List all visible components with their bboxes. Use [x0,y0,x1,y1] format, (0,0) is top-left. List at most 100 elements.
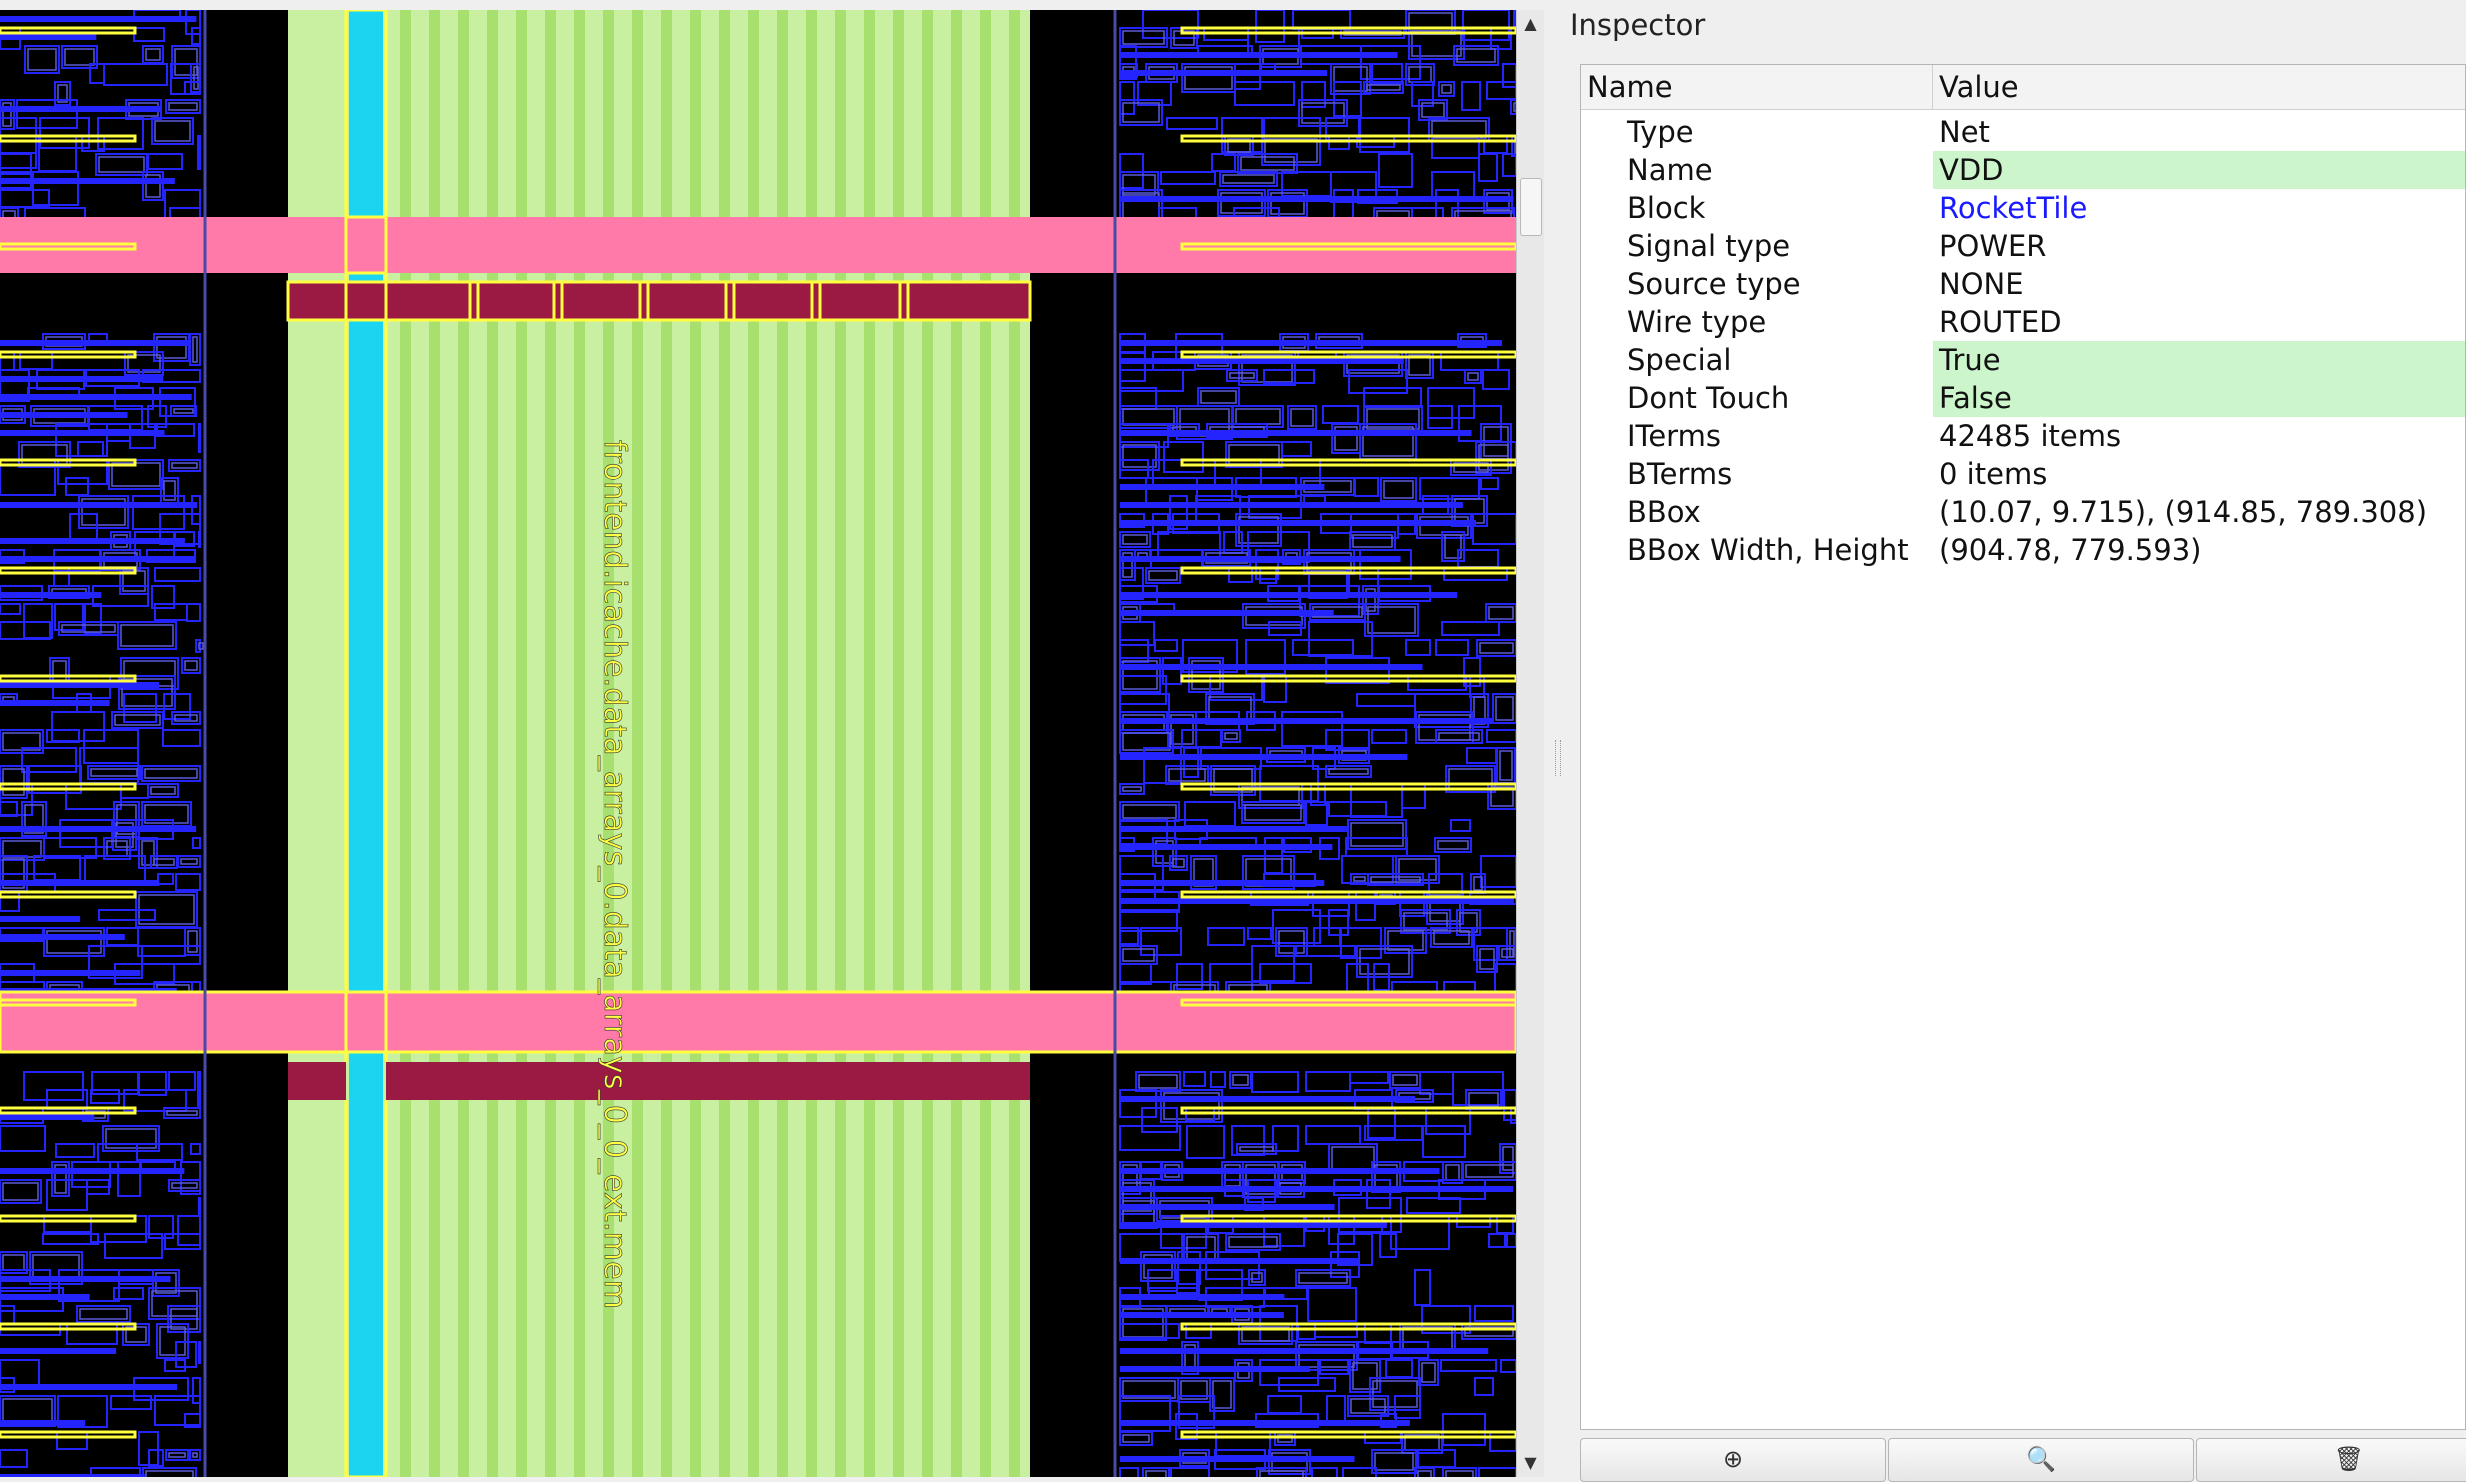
metal-wire [1120,1168,1440,1174]
zoom-in-icon: ⊕ [1722,1445,1744,1473]
property-row[interactable]: Source type NONE [1581,265,2465,303]
std-cell [198,1341,201,1364]
metal-wire [0,376,164,382]
layout-vertical-scrollbar[interactable]: ▲ ▼ [1516,10,1544,1477]
splitter-grip-icon[interactable] [1555,740,1561,776]
metal-wire [1120,844,1333,850]
property-name: BBox Width, Height [1627,533,1909,567]
metal-wire [0,16,197,22]
property-row[interactable]: BTerms 0 items [1581,455,2465,493]
std-cell [197,1071,201,1107]
scrollbar-thumb[interactable] [1520,178,1542,236]
property-row[interactable]: ITerms 42485 items [1581,417,2465,455]
property-value: (904.78, 779.593) [1939,533,2202,567]
property-row[interactable]: BBox Width, Height (904.78, 779.593) [1581,531,2465,569]
std-cell [198,1197,201,1215]
metal-wire [1120,718,1493,724]
metal-wire [0,1294,90,1300]
inspector-panel: Inspector Name Value Type Net Name VDD Block… [1570,0,2466,1482]
property-name: Block [1627,191,1706,225]
property-name: BTerms [1627,457,1733,491]
property-value: 0 items [1939,457,2048,491]
metal-wire [1120,340,1503,346]
panel-splitter[interactable] [1544,0,1570,1477]
metal-wire [0,1276,171,1282]
scroll-up-arrow-icon[interactable]: ▲ [1517,10,1544,38]
metal-wire [1120,1204,1335,1210]
metal-wire [1120,520,1476,526]
metal-wire [0,394,192,400]
metal-wire [0,538,185,544]
metal-wire [0,178,175,184]
metal-wire [0,430,165,436]
metal-wire [1120,1294,1285,1300]
property-row[interactable]: Wire type ROUTED [1581,303,2465,341]
property-row[interactable]: Name VDD [1581,151,2465,189]
column-header-value[interactable]: Value [1933,65,2465,109]
metal-wire [0,1420,86,1426]
property-row[interactable]: Type Net [1581,113,2465,151]
property-name: Signal type [1627,229,1791,263]
inspector-toolbar: ⊕ 🔍 🗑 [1580,1438,2466,1482]
property-name: Type [1627,115,1694,149]
metal-wire [1120,592,1458,598]
column-header-name[interactable]: Name [1581,65,1933,109]
metal-wire [1120,754,1408,760]
property-value: NONE [1939,267,2024,301]
power-rail-bottom [288,1062,1030,1100]
metal-wire [1120,1222,1387,1228]
metal-wire [1120,70,1328,76]
layout-viewer[interactable]: frontend.icache.data_arrays_0.data_array… [0,10,1516,1477]
property-value: False [1933,379,2465,417]
metal-wire [1120,358,1404,364]
metal-wire [1120,826,1350,832]
metal-wire [1120,430,1472,436]
magnifier-button[interactable]: 🔍 [1888,1438,2194,1482]
metal-wire [0,826,197,832]
property-name: BBox [1627,495,1701,529]
property-name: Source type [1627,267,1801,301]
metal-wire [0,340,190,346]
metal-wire [1120,556,1401,562]
property-name: Name [1627,153,1713,187]
metal-wire [1120,610,1334,616]
property-row[interactable]: Dont Touch False [1581,379,2465,417]
property-value: True [1933,341,2465,379]
std-cell [198,531,201,548]
metal-wire [0,1168,185,1174]
property-name: Special [1627,343,1732,377]
metal-wire [0,106,162,112]
metal-wire [1120,1312,1284,1318]
metal-wire [1120,1366,1310,1372]
scroll-down-arrow-icon[interactable]: ▼ [1517,1449,1544,1477]
property-value-link[interactable]: RocketTile [1933,189,2465,227]
metal-wire [0,412,128,418]
property-value: 42485 items [1939,419,2122,453]
metal-wire [1120,1096,1416,1102]
std-cell [197,135,201,170]
metal-wire [1120,1456,1355,1462]
metal-wire [0,1114,95,1120]
property-row[interactable]: Signal type POWER [1581,227,2465,265]
property-value: VDD [1933,151,2465,189]
metal-wire [1120,484,1325,490]
property-name: ITerms [1627,419,1721,453]
metal-wire [0,682,160,688]
inspector-property-tree[interactable]: Name Value Type Net Name VDD Block RocketTile… [1580,64,2466,1430]
property-value: ROUTED [1939,305,2062,339]
inspector-title: Inspector [1570,8,1706,42]
property-name: Wire type [1627,305,1767,339]
metal-wire [1120,52,1398,58]
power-rail-top [286,280,1032,322]
property-row[interactable]: BBox (10.07, 9.715), (914.85, 789.308) [1581,493,2465,531]
metal-wire [0,934,125,940]
highlight-button[interactable]: 🗑 [2196,1438,2466,1482]
metal-wire [0,916,81,922]
magnifier-icon: 🔍 [2026,1445,2056,1473]
layout-canvas[interactable] [0,10,1516,1477]
metal-wire [0,970,141,976]
zoom-in-button[interactable]: ⊕ [1580,1438,1886,1482]
property-row[interactable]: Special True [1581,341,2465,379]
property-row[interactable]: Block RocketTile [1581,189,2465,227]
property-name: Dont Touch [1627,381,1790,415]
